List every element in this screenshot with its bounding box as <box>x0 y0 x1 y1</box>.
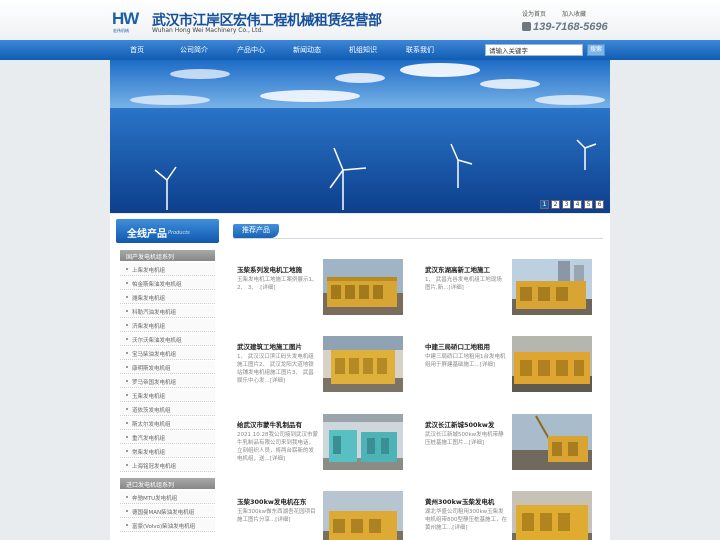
product-title[interactable]: 武汉长江新城500kw发 <box>425 419 494 429</box>
product-desc: 玉柴发电机工地施工案例展示1、 2、 3、 .[详细] <box>237 277 318 291</box>
nav-home[interactable]: 首页 <box>112 45 162 55</box>
set-home-link[interactable]: 设为首页 <box>522 11 546 18</box>
product-desc: 1、 武昌光谷发电机组工地现场图片,新...[详细] <box>425 277 502 291</box>
nav-knowledge[interactable]: 机组知识 <box>338 45 388 55</box>
sidebar-item[interactable]: 帕金斯柴油发电机组 <box>120 277 215 290</box>
add-favorite-link[interactable]: 加入收藏 <box>562 11 586 18</box>
product-title[interactable]: 黄州300kw玉柴发电机 <box>425 496 494 506</box>
product-image[interactable] <box>323 336 403 392</box>
product-title[interactable]: 武汉东湖高新工地施工 <box>425 264 490 274</box>
product-title[interactable]: 玉柴系列发电机工地施 <box>237 264 302 274</box>
phone-text: 139-7168-5696 <box>533 21 608 33</box>
product-image[interactable] <box>323 259 403 315</box>
sidebar-item[interactable]: 潍柴发电机组 <box>120 291 215 304</box>
product-image[interactable] <box>512 491 592 540</box>
sidebar-item[interactable]: 罗马帝国发电机组 <box>120 375 215 388</box>
sidebar-item[interactable]: 上柴发电机组 <box>120 263 215 276</box>
banner-image <box>110 60 610 213</box>
banner-pagination: 1 2 3 4 5 6 <box>540 200 604 209</box>
logo-mark: HW <box>112 9 139 28</box>
sidebar-item[interactable]: 德国曼MAN柴油发电机组 <box>120 505 215 518</box>
product-image[interactable] <box>512 259 592 315</box>
top-links: 设为首页 加入收藏 <box>522 9 600 18</box>
section-divider <box>233 238 603 239</box>
banner-page-4[interactable]: 4 <box>573 200 582 209</box>
product-title[interactable]: 武汉建筑工地施工图片 <box>237 341 302 351</box>
company-logo[interactable]: HW 宏伟机械 <box>112 9 148 35</box>
product-desc: 湖北华盛公司租用300kw玉柴发电机组带800型静压桩基施工，在黄州施工...[… <box>425 509 507 531</box>
sidebar-item[interactable]: 常柴发电机组 <box>120 445 215 458</box>
sidebar-item[interactable]: 康明斯发电机组 <box>120 361 215 374</box>
sidebar-item[interactable]: 宝马柴油发电机组 <box>120 347 215 360</box>
product-image[interactable] <box>512 414 592 470</box>
sidebar-item[interactable]: 重汽发电机组 <box>120 431 215 444</box>
banner-page-6[interactable]: 6 <box>595 200 604 209</box>
nav-products[interactable]: 产品中心 <box>226 45 276 55</box>
sidebar-item[interactable]: 科勒汽油发电机组 <box>120 305 215 318</box>
product-desc: 2021.10.28我公司接到武汉市蒙牛乳制品有限公司来到我电话，立刻组织人员，… <box>237 432 318 462</box>
product-image[interactable] <box>323 491 403 540</box>
banner-slideshow[interactable]: 1 2 3 4 5 6 <box>110 60 610 213</box>
nav-about[interactable]: 公司简介 <box>169 45 219 55</box>
product-title[interactable]: 给武汉市蒙牛乳制品有 <box>237 419 302 429</box>
sidebar-item[interactable]: 道依茨发电机组 <box>120 403 215 416</box>
product-desc: 玉柴300kw做东西湖吾花园项目施工图片分享...[详细] <box>237 509 316 523</box>
product-image[interactable] <box>323 414 403 470</box>
search-button[interactable]: 搜索 <box>587 44 605 56</box>
category-imported[interactable]: 进口发电机组系列 <box>120 478 215 489</box>
sidebar-item[interactable]: 上海铭冠发电机组 <box>120 459 215 472</box>
banner-page-2[interactable]: 2 <box>551 200 560 209</box>
sidebar-title: 全线产品 Products <box>116 219 219 243</box>
sidebar-item[interactable]: 斯太尔发电机组 <box>120 417 215 430</box>
product-image[interactable] <box>512 336 592 392</box>
product-desc: 武汉长江新城500kw发电机带静压桩基施工图片...[详细] <box>425 432 504 446</box>
product-title[interactable]: 中建三局硚口工地租用 <box>425 341 490 351</box>
sidebar-item[interactable]: 济柴发电机组 <box>120 319 215 332</box>
product-title[interactable]: 玉柴300kw发电机在东 <box>237 496 306 506</box>
sidebar-item[interactable]: 奔驰MTU发电机组 <box>120 491 215 504</box>
logo-subtext: 宏伟机械 <box>113 28 129 33</box>
sidebar-title-text: 全线产品 <box>127 229 167 240</box>
sidebar-item[interactable]: 沃尔沃柴油发电机组 <box>120 333 215 346</box>
nav-contact[interactable]: 联系我们 <box>395 45 445 55</box>
sidebar-item[interactable]: 玉柴发电机组 <box>120 389 215 402</box>
nav-news[interactable]: 新闻动态 <box>282 45 332 55</box>
banner-page-5[interactable]: 5 <box>584 200 593 209</box>
product-desc: 中建三局硚口工地租用1台发电机组用于屏建基础施工...[详细] <box>425 354 506 368</box>
search-input[interactable] <box>485 44 583 56</box>
banner-page-1[interactable]: 1 <box>540 200 549 209</box>
sidebar-title-en: Products <box>168 230 190 236</box>
phone-number: 139-7168-5696 <box>522 21 608 33</box>
section-title: 推荐产品 <box>233 224 279 238</box>
product-desc: 1、 武汉汉口滨江码头发电机组施工图片2、 武汉龙阳大道地铁站铺发电机组施工图片… <box>237 354 314 384</box>
banner-page-3[interactable]: 3 <box>562 200 571 209</box>
phone-icon <box>522 22 531 31</box>
company-name-en: Wuhan Hong Wei Machinery Co., Ltd. <box>152 27 264 34</box>
category-domestic[interactable]: 国产发电机组系列 <box>120 250 215 261</box>
sidebar-item[interactable]: 富豪(Volvo)柴油发电机组 <box>120 519 215 532</box>
main-nav: 首页 公司简介 产品中心 新闻动态 机组知识 联系我们 <box>0 40 720 60</box>
